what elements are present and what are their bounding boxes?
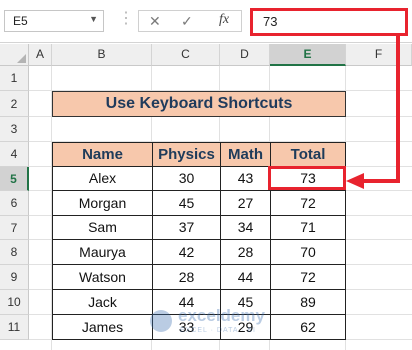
cell-name[interactable]: Maurya	[52, 239, 153, 265]
cell-total[interactable]: 72	[270, 190, 346, 216]
column-header-f[interactable]: F	[346, 44, 412, 66]
formula-bar: E5 ▼ ⋮ ✕ ✓ fx 73	[0, 0, 412, 43]
cell-total[interactable]: 72	[270, 264, 346, 290]
row-header-9[interactable]: 9	[0, 265, 29, 290]
row-header-3[interactable]: 3	[0, 117, 29, 142]
cell-name[interactable]: Watson	[52, 264, 153, 290]
drag-handle-icon[interactable]: ⋮	[118, 8, 134, 28]
cell-physics[interactable]: 42	[152, 239, 221, 265]
exceldemy-logo-icon	[150, 310, 172, 332]
arrow-head-icon	[346, 173, 364, 189]
row-header-5[interactable]: 5	[0, 167, 29, 191]
row-header-1[interactable]: 1	[0, 66, 29, 91]
select-all-triangle-icon	[17, 54, 26, 63]
cell-physics[interactable]: 45	[152, 190, 221, 216]
column-header-c[interactable]: C	[152, 44, 220, 66]
column-header-a[interactable]: A	[29, 44, 52, 66]
table-header-physics[interactable]: Physics	[152, 142, 221, 167]
row-header-11[interactable]: 11	[0, 315, 29, 340]
select-all-button[interactable]	[0, 44, 29, 66]
row-header-2[interactable]: 2	[0, 91, 29, 117]
name-box[interactable]: E5 ▼	[4, 10, 104, 32]
cell-math[interactable]: 34	[220, 215, 271, 240]
insert-function-button[interactable]: fx	[219, 12, 229, 28]
selected-cell-highlight	[268, 166, 346, 190]
cell-math[interactable]: 28	[220, 239, 271, 265]
cell-total[interactable]: 70	[270, 239, 346, 265]
row-header-7[interactable]: 7	[0, 216, 29, 240]
annotation-arrow-line	[396, 36, 400, 183]
row-header-6[interactable]: 6	[0, 191, 29, 216]
formula-value: 73	[263, 14, 278, 29]
sheet-title[interactable]: Use Keyboard Shortcuts	[52, 91, 346, 117]
cell-math[interactable]: 44	[220, 264, 271, 290]
cell-physics[interactable]: 28	[152, 264, 221, 290]
annotation-arrow-line	[362, 179, 400, 183]
cell-name[interactable]: Jack	[52, 289, 153, 315]
column-header-e[interactable]: E	[270, 44, 346, 66]
cell-name[interactable]: Morgan	[52, 190, 153, 216]
row-header-4[interactable]: 4	[0, 142, 29, 167]
row-header-10[interactable]: 10	[0, 290, 29, 315]
cell-math[interactable]: 27	[220, 190, 271, 216]
column-header-d[interactable]: D	[220, 44, 270, 66]
cell-math[interactable]: 43	[220, 166, 271, 191]
name-box-value: E5	[13, 14, 28, 28]
watermark-tagline: EXCEL · DATA · BI	[180, 327, 256, 334]
cell-name[interactable]: Sam	[52, 215, 153, 240]
watermark-name: exceldemy	[178, 306, 265, 325]
table-header-math[interactable]: Math	[220, 142, 271, 167]
row-header-8[interactable]: 8	[0, 240, 29, 265]
chevron-down-icon[interactable]: ▼	[89, 14, 98, 24]
cell-name[interactable]: Alex	[52, 166, 153, 191]
cell-total[interactable]: 71	[270, 215, 346, 240]
cancel-icon[interactable]: ✕	[149, 13, 161, 30]
column-header-b[interactable]: B	[52, 44, 152, 66]
table-header-name[interactable]: Name	[52, 142, 153, 167]
cell-name[interactable]: James	[52, 314, 153, 340]
enter-icon[interactable]: ✓	[181, 13, 193, 30]
formula-input[interactable]: 73	[250, 8, 408, 36]
table-header-total[interactable]: Total	[270, 142, 346, 167]
cell-physics[interactable]: 37	[152, 215, 221, 240]
formula-buttons: ✕ ✓ fx	[138, 10, 242, 32]
cell-physics[interactable]: 30	[152, 166, 221, 191]
watermark: exceldemy EXCEL · DATA · BI	[150, 306, 300, 342]
